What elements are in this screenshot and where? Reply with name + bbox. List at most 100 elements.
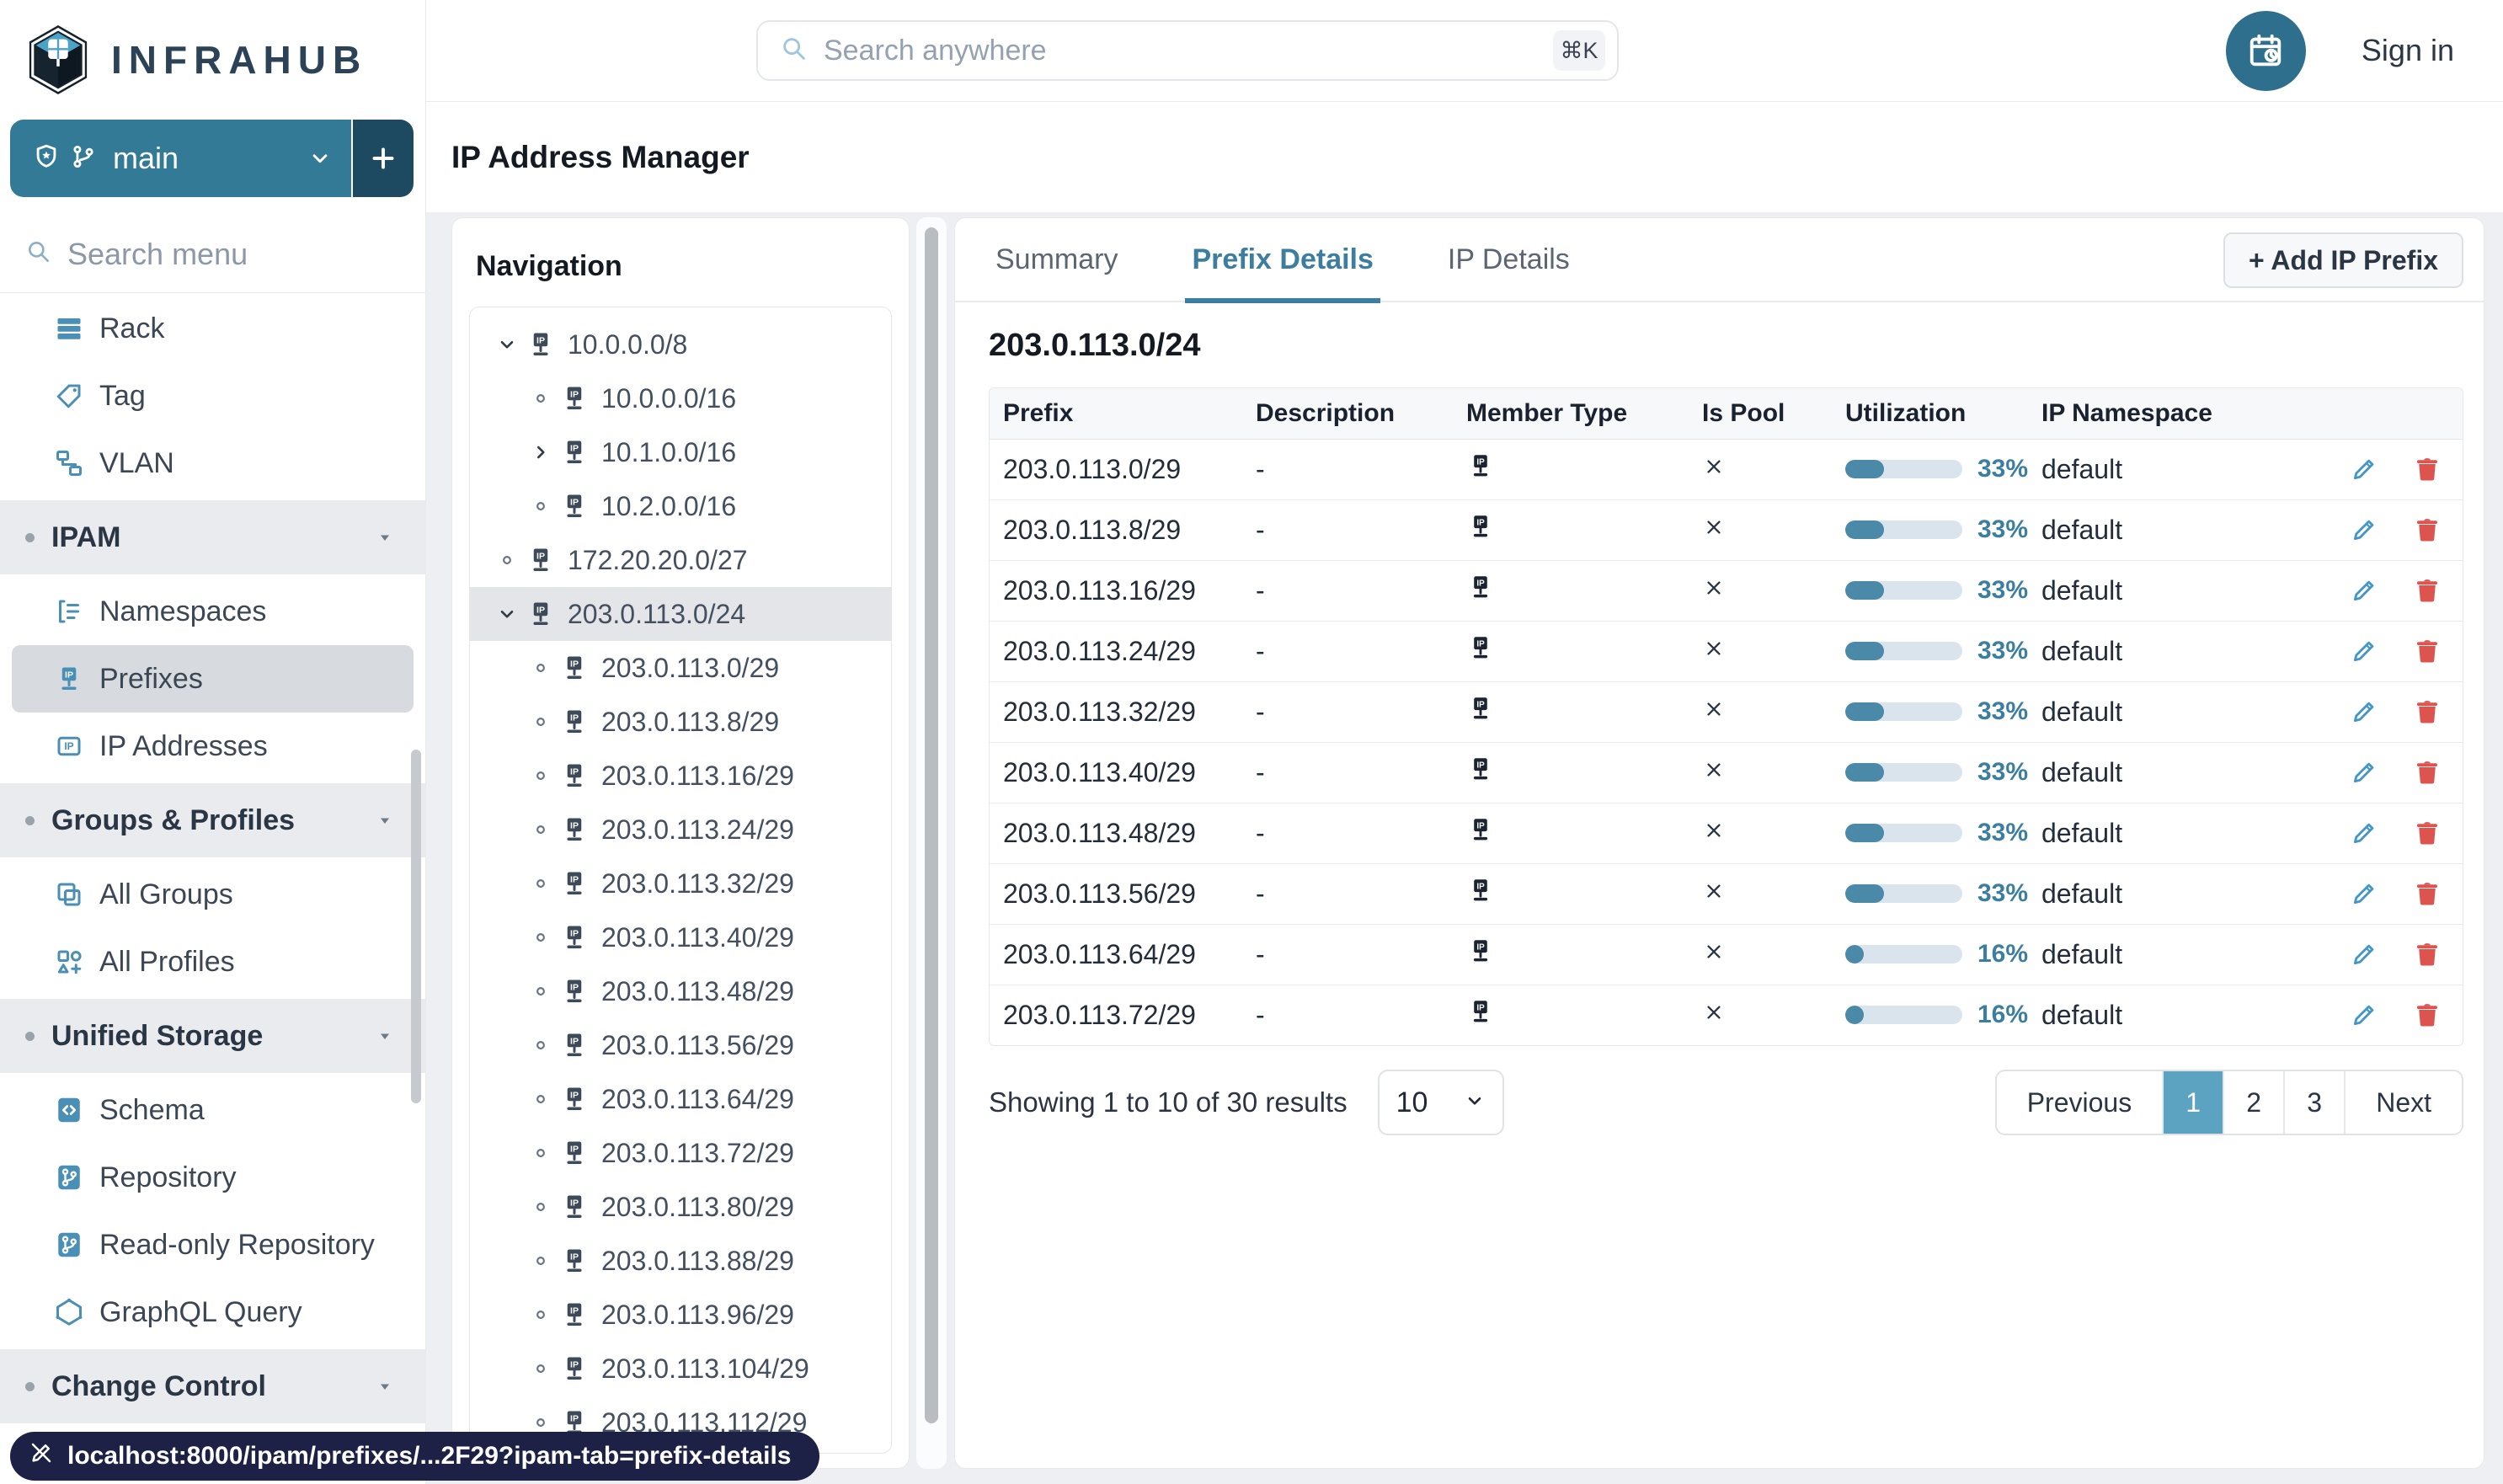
tree-toggle[interactable]: [524, 389, 558, 408]
tree-toggle[interactable]: [524, 1413, 558, 1432]
edit-button[interactable]: [2350, 515, 2378, 544]
tree-toggle[interactable]: [524, 1144, 558, 1162]
delete-button[interactable]: [2412, 818, 2442, 848]
edit-button[interactable]: [2350, 637, 2378, 665]
delete-button[interactable]: [2412, 878, 2442, 909]
tree-toggle[interactable]: [524, 1305, 558, 1324]
tree-toggle[interactable]: [490, 334, 524, 355]
tree-toggle[interactable]: [524, 928, 558, 947]
tree-toggle[interactable]: [524, 1359, 558, 1378]
tree-item-203-0-113-24-29[interactable]: IP 203.0.113.24/29: [470, 803, 891, 857]
edit-button[interactable]: [2350, 940, 2378, 969]
edit-button[interactable]: [2350, 879, 2378, 908]
delete-button[interactable]: [2412, 575, 2442, 606]
sidebar-section-ipam[interactable]: IPAM: [0, 500, 425, 574]
tree-item-172-20-20-0-27[interactable]: IP 172.20.20.0/27: [470, 533, 891, 587]
tree-toggle[interactable]: [524, 982, 558, 1001]
sidebar-item-graphql-query[interactable]: GraphQL Query: [12, 1278, 414, 1346]
sidebar-item-ip-addresses[interactable]: IP IP Addresses: [12, 713, 414, 780]
tree-scrollbar-thumb[interactable]: [925, 227, 938, 1423]
sidebar-item-all-groups[interactable]: All Groups: [12, 861, 414, 928]
sidebar-search-input[interactable]: [67, 236, 387, 272]
tree-toggle[interactable]: [524, 1198, 558, 1216]
edit-button[interactable]: [2350, 819, 2378, 847]
delete-button[interactable]: [2412, 636, 2442, 666]
edit-button[interactable]: [2350, 576, 2378, 605]
tree-item-203-0-113-8-29[interactable]: IP 203.0.113.8/29: [470, 695, 891, 749]
delete-button[interactable]: [2412, 454, 2442, 484]
sidebar-section-groups-profiles[interactable]: Groups & Profiles: [0, 783, 425, 857]
tree-item-10-1-0-0-16[interactable]: IP 10.1.0.0/16: [470, 425, 891, 479]
edit-button[interactable]: [2350, 697, 2378, 726]
edit-button[interactable]: [2350, 758, 2378, 787]
sidebar-item-read-only-repository[interactable]: Read-only Repository: [12, 1211, 414, 1278]
delete-button[interactable]: [2412, 757, 2442, 787]
leaf-circle-icon: [536, 933, 545, 942]
tab-ip-details[interactable]: IP Details: [1441, 218, 1577, 302]
tree-toggle[interactable]: [524, 659, 558, 677]
edit-button[interactable]: [2350, 455, 2378, 483]
tree-toggle[interactable]: [524, 1252, 558, 1270]
global-search-input[interactable]: [824, 34, 1553, 67]
tree-toggle[interactable]: [524, 1036, 558, 1054]
schedule-button[interactable]: [2225, 10, 2306, 91]
tree-toggle[interactable]: [524, 874, 558, 893]
tab-summary[interactable]: Summary: [989, 218, 1124, 302]
tree-item-203-0-113-64-29[interactable]: IP 203.0.113.64/29: [470, 1072, 891, 1126]
tree-toggle[interactable]: [490, 603, 524, 625]
page-size-select[interactable]: 10: [1377, 1070, 1504, 1135]
add-ip-prefix-button[interactable]: + Add IP Prefix: [2223, 232, 2463, 288]
tree-item-10-2-0-0-16[interactable]: IP 10.2.0.0/16: [470, 479, 891, 533]
edit-button[interactable]: [2350, 1001, 2378, 1029]
tree-toggle[interactable]: [524, 441, 558, 463]
sidebar-item-namespaces[interactable]: Namespaces: [12, 578, 414, 645]
tree-item-203-0-113-40-29[interactable]: IP 203.0.113.40/29: [470, 910, 891, 964]
sidebar-item-tag[interactable]: Tag: [12, 362, 414, 430]
tree-item-203-0-113-96-29[interactable]: IP 203.0.113.96/29: [470, 1288, 891, 1342]
next-page-button[interactable]: Next: [2344, 1071, 2462, 1134]
branch-selector-main[interactable]: main: [10, 120, 351, 197]
sign-in-link[interactable]: Sign in: [2362, 33, 2454, 68]
delete-button[interactable]: [2412, 515, 2442, 545]
add-branch-button[interactable]: [353, 120, 414, 197]
tree-item-203-0-113-104-29[interactable]: IP 203.0.113.104/29: [470, 1342, 891, 1396]
tree-toggle[interactable]: [524, 497, 558, 515]
tree-toggle[interactable]: [524, 1090, 558, 1108]
tree-item-203-0-113-48-29[interactable]: IP 203.0.113.48/29: [470, 964, 891, 1018]
sidebar-section-change-control[interactable]: Change Control: [0, 1349, 425, 1423]
tree-item-203-0-113-56-29[interactable]: IP 203.0.113.56/29: [470, 1018, 891, 1072]
sidebar-item-vlan[interactable]: VLAN: [12, 430, 414, 497]
tree-toggle[interactable]: [524, 820, 558, 839]
global-search[interactable]: ⌘K: [756, 20, 1619, 81]
sidebar-item-all-profiles[interactable]: All Profiles: [12, 928, 414, 996]
tree-item-203-0-113-0-29[interactable]: IP 203.0.113.0/29: [470, 641, 891, 695]
delete-button[interactable]: [2412, 697, 2442, 727]
sidebar-item-prefixes[interactable]: IP Prefixes: [12, 645, 414, 713]
page-button-3[interactable]: 3: [2283, 1071, 2345, 1134]
svg-text:IP: IP: [570, 767, 579, 777]
delete-button[interactable]: [2412, 1000, 2442, 1030]
logo[interactable]: INFRAHUB: [0, 0, 425, 108]
delete-button[interactable]: [2412, 939, 2442, 969]
page-button-1[interactable]: 1: [2162, 1071, 2223, 1134]
tree-item-10-0-0-0-8[interactable]: IP 10.0.0.0/8: [470, 318, 891, 371]
tab-prefix-details[interactable]: Prefix Details: [1185, 218, 1381, 303]
tree-item-203-0-113-16-29[interactable]: IP 203.0.113.16/29: [470, 749, 891, 803]
sidebar-item-repository[interactable]: Repository: [12, 1144, 414, 1211]
sidebar-item-schema[interactable]: Schema: [12, 1076, 414, 1144]
tree-toggle[interactable]: [524, 713, 558, 731]
rack-icon: [57, 318, 81, 339]
page-button-2[interactable]: 2: [2223, 1071, 2284, 1134]
sidebar-item-rack[interactable]: Rack: [12, 295, 414, 362]
tree-item-203-0-113-0-24[interactable]: IP 203.0.113.0/24: [470, 587, 891, 641]
tree-toggle[interactable]: [490, 551, 524, 569]
tree-item-10-0-0-0-16[interactable]: IP 10.0.0.0/16: [470, 371, 891, 425]
tree-item-203-0-113-72-29[interactable]: IP 203.0.113.72/29: [470, 1126, 891, 1180]
tree-item-203-0-113-80-29[interactable]: IP 203.0.113.80/29: [470, 1180, 891, 1234]
tree-toggle[interactable]: [524, 766, 558, 785]
tree-item-203-0-113-88-29[interactable]: IP 203.0.113.88/29: [470, 1234, 891, 1288]
sidebar-scrollbar[interactable]: [411, 750, 421, 1103]
previous-page-button[interactable]: Previous: [1996, 1071, 2163, 1134]
sidebar-section-unified-storage[interactable]: Unified Storage: [0, 999, 425, 1073]
tree-item-203-0-113-32-29[interactable]: IP 203.0.113.32/29: [470, 857, 891, 910]
